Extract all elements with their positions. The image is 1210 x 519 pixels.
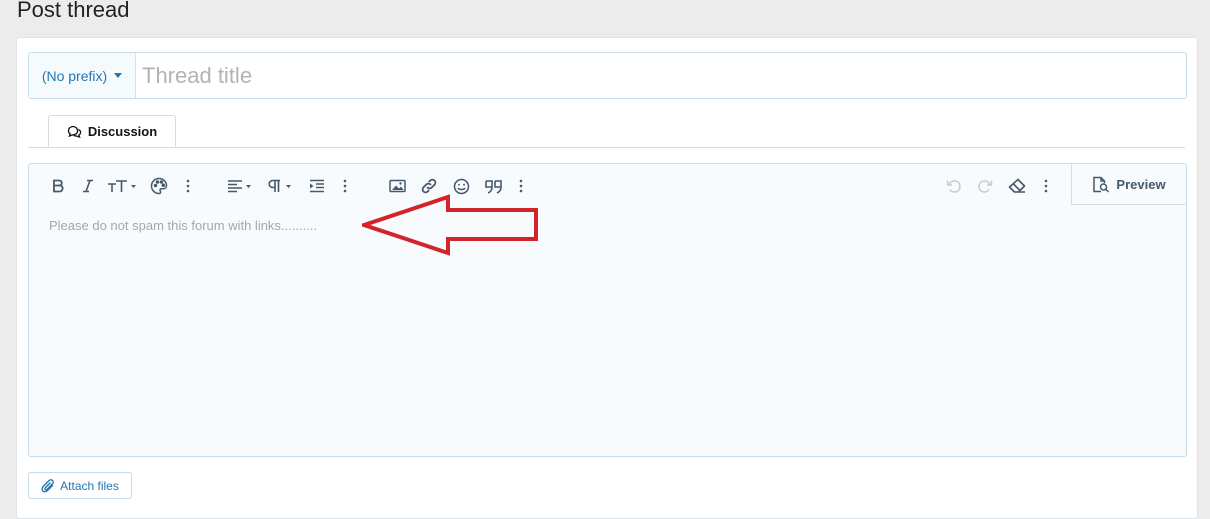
prefix-label: (No prefix) bbox=[41, 67, 108, 84]
preview-label: Preview bbox=[1116, 176, 1166, 192]
thread-title-row: (No prefix) bbox=[28, 52, 1187, 99]
preview-icon bbox=[1093, 176, 1110, 193]
attach-files-label: Attach files bbox=[60, 478, 119, 493]
prefix-dropdown[interactable]: (No prefix) bbox=[29, 53, 136, 98]
remove-format-icon bbox=[1008, 178, 1026, 193]
paragraph-button[interactable] bbox=[267, 175, 297, 197]
more-options-icon bbox=[1044, 179, 1048, 193]
chevron-down-icon bbox=[114, 73, 123, 78]
message-editor: Preview Please do not spam this forum wi… bbox=[28, 163, 1187, 457]
tabs-divider bbox=[28, 147, 1185, 148]
font-size-icon bbox=[108, 180, 136, 192]
undo-icon bbox=[946, 179, 961, 193]
text-color-icon bbox=[150, 177, 168, 195]
font-size-button[interactable] bbox=[107, 175, 137, 197]
italic-button[interactable] bbox=[79, 175, 97, 197]
text-color-button[interactable] bbox=[149, 175, 169, 197]
redo-icon bbox=[977, 179, 992, 193]
preview-button[interactable]: Preview bbox=[1071, 164, 1186, 205]
remove-format-button[interactable] bbox=[1007, 175, 1027, 197]
redo-button[interactable] bbox=[975, 175, 995, 197]
align-icon bbox=[228, 180, 251, 193]
comments-icon bbox=[67, 125, 82, 138]
more-options-icon bbox=[186, 179, 190, 193]
page-title: Post thread bbox=[17, 0, 130, 22]
italic-icon bbox=[83, 179, 93, 193]
paperclip-icon bbox=[41, 478, 55, 492]
bold-button[interactable] bbox=[49, 175, 67, 197]
undo-button[interactable] bbox=[943, 175, 963, 197]
indent-button[interactable] bbox=[307, 175, 327, 197]
message-body[interactable]: Please do not spam this forum with links… bbox=[49, 218, 1166, 446]
thread-title-input[interactable] bbox=[136, 53, 1186, 98]
indent-icon bbox=[310, 179, 324, 193]
align-button[interactable] bbox=[227, 175, 257, 197]
more-options-button[interactable] bbox=[340, 175, 350, 197]
bold-icon bbox=[53, 179, 64, 193]
editor-placeholder: Please do not spam this forum with links… bbox=[49, 218, 318, 233]
tab-label: Discussion bbox=[87, 123, 158, 139]
more-options-icon bbox=[343, 179, 347, 193]
smilie-icon bbox=[453, 178, 469, 194]
attach-files-button[interactable]: Attach files bbox=[28, 472, 132, 499]
quote-icon bbox=[485, 179, 502, 194]
editor-toolbar: Preview bbox=[29, 164, 1186, 206]
more-options-button[interactable] bbox=[183, 175, 193, 197]
annotation-arrow-icon bbox=[362, 194, 538, 256]
more-options-icon bbox=[519, 179, 523, 193]
more-options-button[interactable] bbox=[1041, 175, 1051, 197]
post-thread-form: (No prefix) Discussion bbox=[16, 37, 1198, 519]
paragraph-icon bbox=[268, 179, 291, 192]
link-icon bbox=[421, 178, 437, 194]
tab-discussion[interactable]: Discussion bbox=[48, 115, 176, 147]
image-icon bbox=[388, 179, 406, 193]
